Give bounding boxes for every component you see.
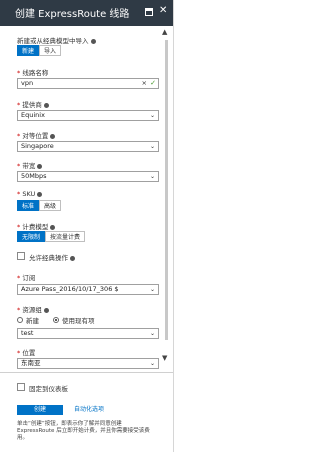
billing-metered-option[interactable]: 按流量计费 [45, 231, 86, 242]
right-empty-pane [174, 0, 255, 452]
create-button[interactable]: 创建 [17, 405, 63, 415]
chevron-down-icon: ⌄ [149, 286, 155, 293]
scroll-thumb[interactable] [165, 40, 168, 340]
info-icon [43, 102, 49, 108]
info-icon [37, 163, 43, 169]
create-mode-new-option[interactable]: 新建 [17, 45, 40, 56]
create-mode-toggle: 新建 导入 [17, 45, 62, 56]
chevron-down-icon: ⌄ [149, 360, 155, 367]
minimize-icon[interactable] [145, 8, 153, 16]
bandwidth-select[interactable]: 50Mbps ⌄ [17, 171, 159, 182]
circuit-name-label: * 线路名称 [17, 69, 49, 77]
billing-model-label: * 计费模型 [17, 221, 56, 231]
bandwidth-value: 50Mbps [21, 172, 47, 180]
chevron-down-icon: ⌄ [149, 330, 155, 337]
scroll-up-icon[interactable]: ▲ [162, 28, 167, 36]
create-mode-label: 新建或从经典模型中导入 [17, 35, 96, 45]
sku-standard-option[interactable]: 标准 [17, 200, 40, 211]
blade-titlebar: 创建 ExpressRoute 线路 ✕ [0, 0, 173, 26]
create-mode-import-option[interactable]: 导入 [39, 45, 62, 56]
info-icon [43, 307, 49, 313]
info-icon [37, 191, 43, 197]
checkmark-icon: ✓ [150, 79, 156, 87]
sku-label: * SKU [17, 190, 43, 198]
close-icon[interactable]: ✕ [159, 6, 167, 16]
resource-group-label: * 资源组 [17, 304, 49, 314]
footer-divider [0, 372, 173, 373]
scroll-down-icon[interactable]: ▼ [162, 354, 167, 362]
peering-location-value: Singapore [21, 142, 54, 150]
peering-location-select[interactable]: Singapore ⌄ [17, 141, 159, 152]
billing-notice: 单击“创建”按钮，即表示你了解并同意创建 ExpressRoute 后立即开始计… [17, 421, 150, 441]
subscription-label: * 订阅 [17, 274, 36, 282]
allow-classic-label: 允许经典操作 [29, 252, 75, 262]
resource-group-existing-label: 使用现有项 [62, 317, 95, 325]
info-icon [50, 224, 56, 230]
pin-dashboard-label: 固定到仪表板 [29, 385, 68, 393]
blade-title: 创建 ExpressRoute 线路 [15, 9, 130, 20]
peering-location-label: * 对等位置 [17, 130, 56, 140]
location-label: * 位置 [17, 349, 36, 357]
chevron-down-icon: ⌄ [149, 112, 155, 119]
resource-group-value: test [21, 329, 34, 337]
resource-group-select[interactable]: test ⌄ [17, 328, 159, 339]
create-expressroute-blade: 创建 ExpressRoute 线路 ✕ 新建或从经典模型中导入 新建 导入 *… [0, 0, 174, 452]
chevron-down-icon: ⌄ [149, 143, 155, 150]
resource-group-new-radio[interactable] [17, 317, 23, 323]
subscription-select[interactable]: Azure Pass_2016/10/17_306 $ ⌄ [17, 284, 159, 295]
bandwidth-label: * 带宽 [17, 160, 43, 170]
allow-classic-checkbox[interactable] [17, 252, 25, 260]
info-icon [70, 255, 75, 261]
billing-model-toggle: 无限制 按流量计费 [17, 231, 86, 242]
circuit-name-value: vpn [21, 79, 34, 87]
provider-value: Equinix [21, 111, 45, 119]
provider-select[interactable]: Equinix ⌄ [17, 110, 159, 121]
info-icon [50, 133, 56, 139]
location-select[interactable]: 东南亚 ⌄ [17, 358, 159, 369]
subscription-value: Azure Pass_2016/10/17_306 $ [21, 285, 119, 293]
circuit-name-input[interactable]: vpn × ✓ [17, 78, 159, 89]
sku-toggle: 标准 高级 [17, 200, 62, 211]
chevron-down-icon: ⌄ [149, 173, 155, 180]
billing-unlimited-option[interactable]: 无限制 [17, 231, 46, 242]
resource-group-new-label: 新建 [26, 317, 39, 325]
pin-dashboard-checkbox[interactable] [17, 383, 25, 391]
info-icon [90, 38, 96, 44]
resource-group-existing-radio[interactable] [53, 317, 59, 323]
provider-label: * 提供商 [17, 99, 49, 109]
location-value: 东南亚 [21, 359, 41, 367]
automation-options-link[interactable]: 自动化选项 [74, 405, 104, 415]
clear-icon[interactable]: × [142, 79, 147, 88]
form-scroll-area: 新建或从经典模型中导入 新建 导入 * 线路名称 vpn × ✓ * 提供商 E… [0, 26, 173, 371]
sku-premium-option[interactable]: 高级 [39, 200, 62, 211]
vertical-scrollbar[interactable]: ▲ ▼ [162, 28, 171, 370]
